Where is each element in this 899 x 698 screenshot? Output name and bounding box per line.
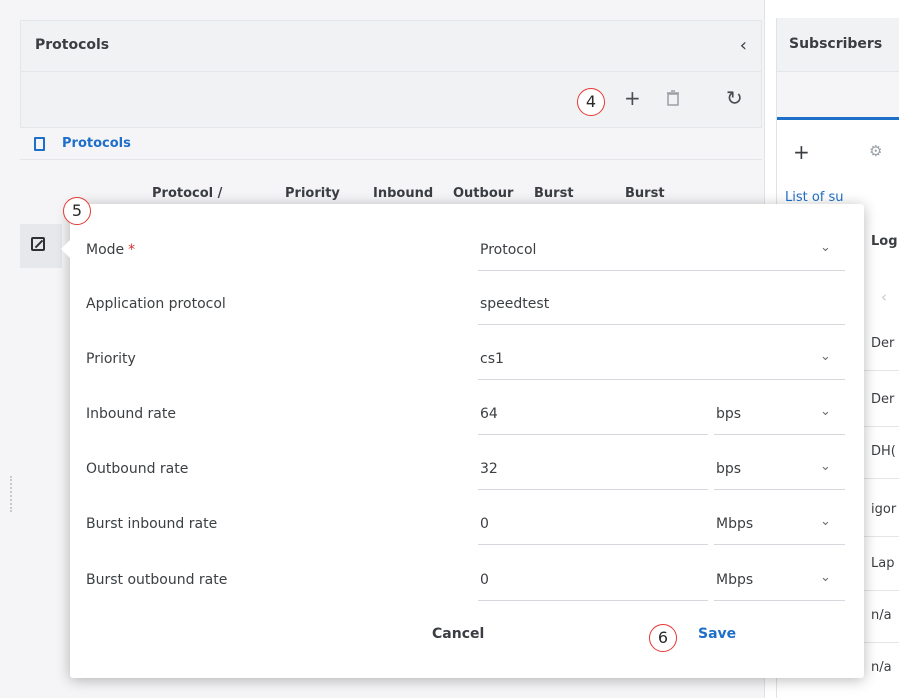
chevron-down-icon[interactable]: ⌄ xyxy=(820,570,831,585)
list-item[interactable]: n/a xyxy=(871,660,892,675)
mode-field: Mode * Protocol ⌄ xyxy=(70,204,864,271)
chevron-down-icon[interactable]: ⌄ xyxy=(820,404,831,419)
table-header: Protocol / Priority Inbound Outbour Burs… xyxy=(20,160,762,208)
column-header-outbound[interactable]: Outbour xyxy=(453,186,513,201)
panel-title: Protocols xyxy=(35,37,110,53)
subscribers-toolbar: + ⚙ xyxy=(777,126,899,176)
step-callout-5: 5 xyxy=(63,197,91,225)
column-header-protocol[interactable]: Protocol / xyxy=(152,186,222,201)
burst-outbound-rate-unit-select[interactable]: Mbps xyxy=(716,572,753,588)
burst-outbound-rate-field: Burst outbound rate 0 Mbps ⌄ xyxy=(70,534,864,601)
list-of-subscribers-link[interactable]: List of su xyxy=(785,190,844,205)
column-header-inbound[interactable]: Inbound xyxy=(373,186,433,201)
trash-icon[interactable] xyxy=(666,90,680,111)
panel-title: Subscribers xyxy=(789,36,883,52)
priority-select[interactable]: cs1 xyxy=(480,351,504,367)
chevron-down-icon[interactable]: ⌄ xyxy=(820,240,831,255)
subscribers-tab-bar[interactable] xyxy=(777,72,899,120)
outbound-rate-field: Outbound rate 32 bps ⌄ xyxy=(70,423,864,490)
list-item[interactable]: Der xyxy=(871,336,894,351)
edit-icon xyxy=(31,237,45,251)
column-header-burst-outbound[interactable]: Burst xyxy=(625,186,665,201)
popup-actions: Cancel Save xyxy=(70,618,864,662)
edit-protocol-popup: Mode * Protocol ⌄ Application protocol sp… xyxy=(61,204,864,678)
resize-handle[interactable] xyxy=(10,476,14,512)
list-item[interactable]: igor xyxy=(871,502,896,517)
priority-field: Priority cs1 ⌄ xyxy=(70,313,864,380)
burst-inbound-rate-input[interactable]: 0 xyxy=(480,516,489,532)
chevron-down-icon[interactable]: ⌄ xyxy=(820,349,831,364)
application-protocol-field: Application protocol speedtest xyxy=(70,258,864,325)
column-header-priority[interactable]: Priority xyxy=(285,186,340,201)
column-header-burst-inbound[interactable]: Burst xyxy=(534,186,574,201)
inbound-rate-unit-select[interactable]: bps xyxy=(716,406,741,422)
refresh-icon[interactable]: ↻ xyxy=(726,86,743,110)
burst-outbound-rate-input[interactable]: 0 xyxy=(480,572,489,588)
list-item[interactable]: DH( xyxy=(871,444,896,459)
list-item[interactable]: Lap xyxy=(871,556,894,571)
inbound-rate-input[interactable]: 64 xyxy=(480,406,498,422)
collapse-chevron-icon[interactable]: ‹ xyxy=(740,35,747,56)
outbound-rate-label: Outbound rate xyxy=(86,461,189,477)
priority-label: Priority xyxy=(86,351,136,367)
inbound-rate-label: Inbound rate xyxy=(86,406,176,422)
list-item[interactable]: Der xyxy=(871,392,894,407)
chevron-down-icon[interactable]: ⌄ xyxy=(820,459,831,474)
burst-inbound-rate-label: Burst inbound rate xyxy=(86,516,218,532)
outbound-rate-input[interactable]: 32 xyxy=(480,461,498,477)
mode-select[interactable]: Protocol xyxy=(480,242,536,258)
protocols-panel-header: Protocols ‹ xyxy=(20,20,762,72)
burst-outbound-unit-underline xyxy=(714,600,845,601)
cancel-button[interactable]: Cancel xyxy=(432,626,484,642)
document-icon xyxy=(34,137,45,151)
add-icon[interactable]: + xyxy=(624,86,641,110)
mode-label: Mode * xyxy=(86,242,135,258)
chevron-left-icon[interactable]: ‹ xyxy=(881,288,887,306)
step-callout-4: 4 xyxy=(577,88,605,116)
application-protocol-label: Application protocol xyxy=(86,296,226,312)
protocols-toolbar: + ↻ xyxy=(20,72,762,128)
outbound-rate-unit-select[interactable]: bps xyxy=(716,461,741,477)
burst-outbound-rate-underline xyxy=(478,600,708,601)
burst-outbound-rate-label: Burst outbound rate xyxy=(86,572,228,588)
list-item[interactable]: n/a xyxy=(871,608,892,623)
gear-icon[interactable]: ⚙ xyxy=(869,142,882,160)
protocols-tree-node[interactable]: Protocols xyxy=(20,128,762,160)
burst-inbound-rate-unit-select[interactable]: Mbps xyxy=(716,516,753,532)
required-marker: * xyxy=(128,242,136,258)
column-header-login[interactable]: Log xyxy=(871,234,898,249)
chevron-down-icon[interactable]: ⌄ xyxy=(820,514,831,529)
application-protocol-input[interactable]: speedtest xyxy=(480,296,549,312)
add-icon[interactable]: + xyxy=(793,140,810,164)
burst-inbound-rate-field: Burst inbound rate 0 Mbps ⌄ xyxy=(70,478,864,545)
save-button[interactable]: Save xyxy=(698,626,736,642)
row-edit-button[interactable] xyxy=(20,224,62,268)
inbound-rate-field: Inbound rate 64 bps ⌄ xyxy=(70,368,864,435)
tree-node-label: Protocols xyxy=(62,136,131,151)
mode-label-text: Mode xyxy=(86,242,125,258)
step-callout-6: 6 xyxy=(649,624,677,652)
subscribers-panel-header: Subscribers xyxy=(777,18,899,72)
